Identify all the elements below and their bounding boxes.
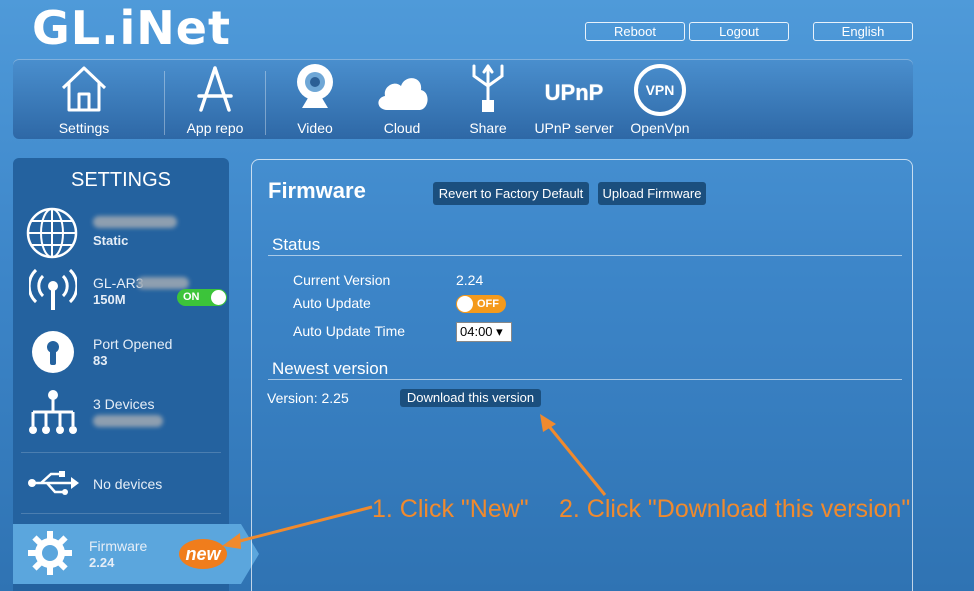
wifi-toggle[interactable]: ON — [177, 289, 227, 306]
nav-divider — [265, 71, 266, 135]
page-title: Firmware — [268, 178, 366, 203]
current-version-value: 2.24 — [456, 272, 484, 288]
home-icon — [61, 66, 107, 112]
section-divider — [268, 379, 902, 380]
redacted-text — [137, 277, 189, 289]
download-version-button[interactable]: Download this version — [400, 389, 541, 407]
new-firmware-badge[interactable]: new — [179, 539, 227, 569]
vpn-icon: VPN — [634, 64, 686, 116]
newest-version-section-title: Newest version — [272, 359, 389, 378]
toggle-knob — [211, 290, 226, 305]
firmware-version: 2.24 — [89, 555, 115, 570]
upload-firmware-button[interactable]: Upload Firmware — [598, 182, 706, 205]
auto-update-label: Auto Update — [293, 295, 371, 311]
status-section-title: Status — [272, 235, 321, 254]
wifi-ssid: GL-AR3 — [93, 275, 144, 291]
gear-icon — [28, 531, 72, 575]
nav-openvpn[interactable]: VPN OpenVpn — [625, 59, 695, 139]
language-button[interactable]: English — [813, 22, 913, 41]
nav-video[interactable]: Video — [280, 59, 350, 139]
firmware-label: Firmware — [89, 538, 148, 554]
webcam-icon — [297, 64, 333, 108]
firmware-panel: Firmware Revert to Factory Default Uploa… — [251, 159, 913, 591]
nav-app-repo[interactable]: App repo — [180, 59, 250, 139]
cloud-icon — [378, 78, 428, 110]
usb-icon — [28, 471, 79, 495]
nav-label: App repo — [186, 120, 244, 136]
nav-label: UPnP server — [534, 120, 614, 136]
globe-icon — [26, 207, 78, 259]
devices-count: 3 Devices — [93, 396, 155, 412]
vpn-icon-label: VPN — [645, 82, 675, 98]
auto-update-time-label: Auto Update Time — [293, 323, 406, 339]
sidebar-item-usb[interactable]: No devices — [13, 458, 229, 508]
port-number: 83 — [93, 353, 108, 368]
sidebar-item-port[interactable]: Port Opened 83 — [13, 326, 229, 382]
main-nav-bar: Settings App repo Video Cloud Share UPnP… — [13, 59, 913, 139]
upnp-icon: UPnP — [544, 80, 604, 105]
internet-mode: Static — [93, 233, 129, 248]
reboot-button[interactable]: Reboot — [585, 22, 685, 41]
app-store-icon — [197, 66, 233, 112]
toggle-label: ON — [183, 291, 200, 303]
port-label: Port Opened — [93, 336, 173, 352]
nav-label: Share — [469, 120, 507, 136]
usb-status: No devices — [93, 476, 163, 492]
nav-settings[interactable]: Settings — [49, 59, 119, 139]
nav-share[interactable]: Share — [453, 59, 523, 139]
nav-label: Video — [297, 120, 333, 136]
auto-update-time-select[interactable]: 04:00 ▾ — [456, 322, 512, 342]
current-version-label: Current Version — [293, 272, 391, 288]
sidebar-divider — [21, 452, 221, 453]
wifi-speed: 150M — [93, 292, 126, 307]
section-divider — [268, 255, 902, 256]
settings-sidebar: SETTINGS Static GL-AR3 150M ON Port Open… — [13, 158, 259, 591]
keyhole-icon — [32, 331, 74, 373]
glinet-logo: GL.iNet — [32, 1, 231, 55]
sidebar-divider — [21, 513, 221, 514]
redacted-text — [93, 415, 163, 427]
network-tree-icon — [29, 390, 77, 434]
revert-factory-default-button[interactable]: Revert to Factory Default — [433, 182, 589, 205]
toggle-label: OFF — [477, 298, 499, 310]
sidebar-title: SETTINGS — [70, 169, 171, 191]
nav-cloud[interactable]: Cloud — [367, 59, 437, 139]
toggle-knob — [457, 296, 473, 312]
auto-update-toggle[interactable]: OFF — [456, 295, 506, 313]
sidebar-item-internet[interactable]: Static — [13, 202, 229, 262]
wifi-antenna-icon — [29, 268, 77, 310]
nav-label: Settings — [58, 120, 110, 136]
logout-button[interactable]: Logout — [689, 22, 789, 41]
usb-share-icon — [472, 64, 504, 112]
sidebar-item-devices[interactable]: 3 Devices — [13, 386, 229, 442]
nav-divider — [164, 71, 165, 135]
annotation-step2: 2. Click "Download this version" — [559, 495, 911, 523]
annotation-step1: 1. Click "New" — [372, 495, 529, 523]
nav-label: OpenVpn — [630, 120, 690, 136]
newest-version-text: Version: 2.25 — [267, 390, 349, 406]
nav-upnp-server[interactable]: UPnP OpenVpn UPnP server — [533, 59, 615, 139]
redacted-text — [93, 216, 177, 228]
nav-label: Cloud — [383, 120, 421, 136]
